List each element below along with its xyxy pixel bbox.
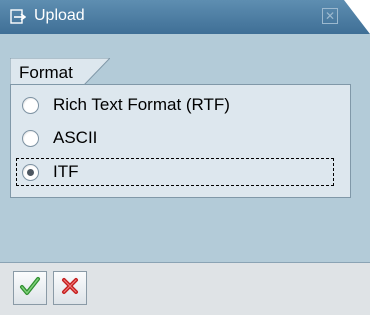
ok-button[interactable] bbox=[13, 271, 47, 305]
upload-dialog: Upload ✕ Format Rich Text Format (RTF) A… bbox=[0, 0, 370, 315]
title-corner bbox=[344, 0, 370, 34]
title-bar[interactable]: Upload ✕ bbox=[0, 0, 370, 34]
option-label: ASCII bbox=[53, 128, 98, 147]
radio-rtf[interactable] bbox=[22, 96, 39, 114]
option-label: Rich Text Format (RTF) bbox=[53, 95, 230, 114]
checkmark-icon bbox=[19, 275, 41, 302]
option-ascii[interactable]: ASCII bbox=[22, 126, 97, 150]
cancel-button[interactable] bbox=[53, 271, 87, 305]
cancel-x-icon bbox=[60, 276, 80, 301]
close-icon[interactable]: ✕ bbox=[322, 8, 338, 24]
focus-rectangle bbox=[16, 158, 334, 186]
radio-ascii[interactable] bbox=[22, 129, 39, 147]
dialog-title: Upload bbox=[34, 7, 85, 24]
group-title: Format bbox=[19, 63, 73, 82]
upload-icon bbox=[10, 9, 27, 25]
option-rtf[interactable]: Rich Text Format (RTF) bbox=[22, 93, 230, 117]
